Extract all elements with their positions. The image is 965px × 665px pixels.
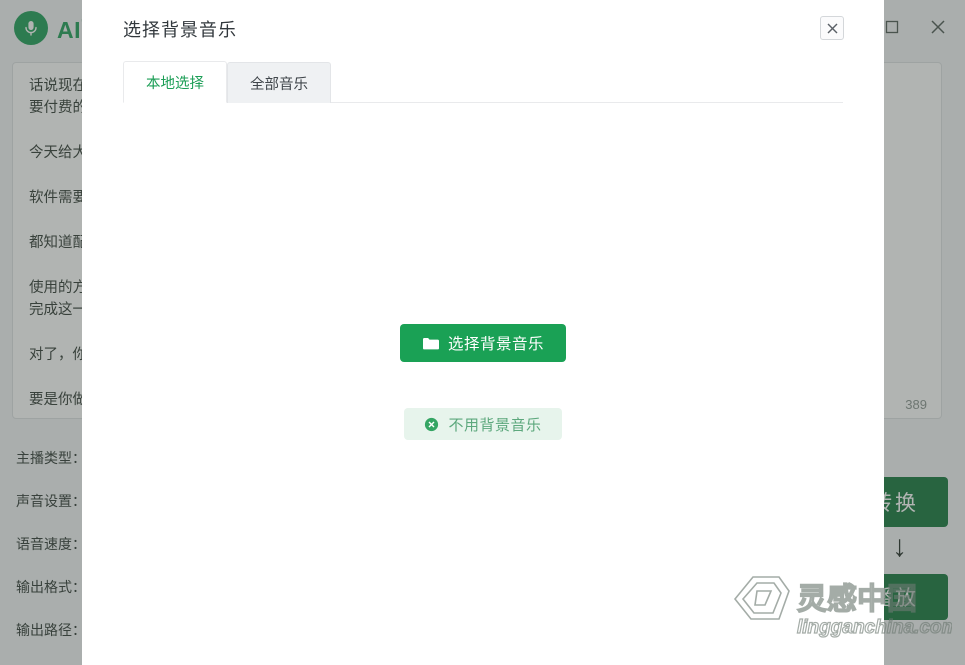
dialog-actions: 选择背景音乐 不用背景音乐 [82,324,884,440]
tab-all-music[interactable]: 全部音乐 [227,62,331,103]
select-background-music-button[interactable]: 选择背景音乐 [399,324,566,362]
dialog-body: 选择背景音乐 不用背景音乐 [82,103,884,665]
folder-icon [422,336,439,351]
dialog-tabs: 本地选择 全部音乐 [123,60,843,103]
tab-local-selection[interactable]: 本地选择 [123,61,227,103]
close-icon[interactable] [820,16,844,40]
dialog-title: 选择背景音乐 [123,20,237,40]
select-background-music-dialog: 选择背景音乐 本地选择 全部音乐 选择背景音乐 不用背景音乐 [82,0,884,665]
no-background-music-label: 不用背景音乐 [448,416,542,434]
select-background-music-label: 选择背景音乐 [447,336,544,353]
no-background-music-button[interactable]: 不用背景音乐 [404,408,562,440]
circle-x-icon [424,417,439,432]
dialog-header: 选择背景音乐 [82,0,884,56]
